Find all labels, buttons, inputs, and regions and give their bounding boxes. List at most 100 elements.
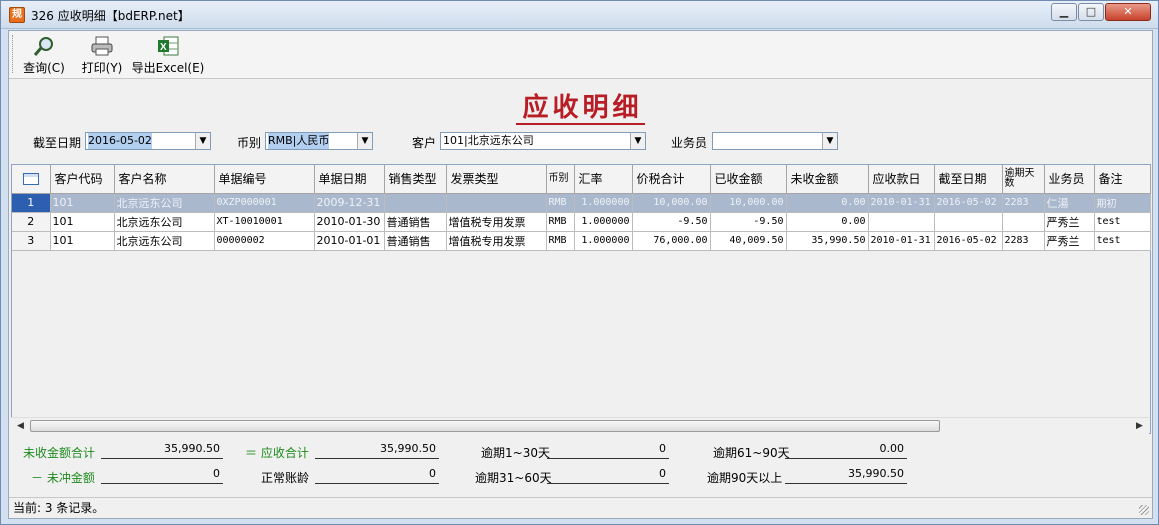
table-cell[interactable]: 期初 [1094,193,1151,213]
table-cell[interactable]: 2016-05-02 [934,231,1003,251]
chevron-down-icon[interactable]: ▼ [195,133,210,149]
table-cell[interactable] [934,212,1003,232]
export-excel-button[interactable]: X 导出Excel(E) [129,33,207,77]
table-cell[interactable]: 10,000.00 [632,193,711,213]
table-cell[interactable]: 严秀兰 [1044,212,1095,232]
table-cell[interactable]: 增值税专用发票 [446,231,547,251]
table-cell[interactable]: 101 [50,212,115,232]
column-header[interactable]: 未收金额 [786,165,869,194]
table-cell[interactable]: 1.000000 [574,212,633,232]
table-cell[interactable]: 40,009.50 [710,231,787,251]
table-cell[interactable]: 普通销售 [384,212,447,232]
receivable-total-label: ＝ 应收合计 [245,446,309,460]
table-cell[interactable]: XT-10010001 [214,212,315,232]
row-number[interactable]: 3 [12,231,51,251]
table-cell[interactable]: test [1094,231,1151,251]
chevron-down-icon[interactable]: ▼ [357,133,372,149]
table-cell[interactable]: 2010-01-30 [314,212,385,232]
unreceived-total-label: 未收金额合计 [23,446,96,460]
resize-grip-icon[interactable] [1139,505,1149,515]
salesman-select[interactable]: ▼ [712,132,838,150]
column-header[interactable]: 备注 [1094,165,1151,194]
table-cell[interactable] [384,193,447,213]
row-number[interactable]: 1 [12,193,51,213]
table-cell[interactable]: 0.00 [786,212,869,232]
column-header[interactable]: 客户名称 [114,165,215,194]
table-cell[interactable]: 2010-01-01 [314,231,385,251]
title-bar[interactable]: 规 326 应收明细【bdERP.net】 ▁ □ ✕ [1,1,1158,29]
table-cell[interactable]: 0.00 [786,193,869,213]
table-row[interactable]: 2 101 北京远东公司 XT-10010001 2010-01-30 普通销售 增值税专用… [12,212,1151,232]
select-all-header[interactable] [12,165,51,194]
table-cell[interactable]: 2283 [1002,231,1045,251]
chevron-down-icon[interactable]: ▼ [822,133,837,149]
scroll-thumb[interactable] [30,420,940,432]
column-header[interactable]: 单据编号 [214,165,315,194]
table-cell[interactable]: 增值税专用发票 [446,212,547,232]
overdue-61-90-label: 逾期61~90天 [713,446,790,460]
column-header[interactable]: 汇率 [574,165,633,194]
currency-select[interactable]: RMB|人民币 ▼ [265,132,373,150]
table-cell[interactable] [446,193,547,213]
table-cell[interactable]: 北京远东公司 [114,212,215,232]
detail-grid[interactable]: 客户代码 客户名称 单据编号 单据日期 销售类型 发票类型 币别 汇率 价税合计… [11,164,1151,434]
table-cell[interactable]: 北京远东公司 [114,231,215,251]
table-cell[interactable]: 101 [50,193,115,213]
table-cell[interactable]: RMB [546,212,575,232]
table-cell[interactable]: 76,000.00 [632,231,711,251]
table-cell[interactable]: 00000002 [214,231,315,251]
table-cell[interactable]: 2009-12-31 [314,193,385,213]
table-cell[interactable]: 35,990.50 [786,231,869,251]
column-header[interactable]: 截至日期 [934,165,1003,194]
close-button[interactable]: ✕ [1105,3,1151,21]
row-number[interactable]: 2 [12,212,51,232]
table-cell[interactable]: -9.50 [632,212,711,232]
column-header[interactable]: 逾期天数 [1002,165,1045,194]
table-cell[interactable] [868,212,935,232]
report-title-text: 应收明细 [516,93,645,125]
column-header[interactable]: 已收金额 [710,165,787,194]
table-cell[interactable]: 1.000000 [574,193,633,213]
table-cell[interactable]: 仁湯 [1044,193,1095,213]
scroll-left-icon[interactable]: ◀ [13,419,28,433]
table-cell[interactable]: RMB [546,193,575,213]
table-row[interactable]: 1 101 北京远东公司 0XZP000001 2009-12-31 RMB 1.00000… [12,193,1151,213]
horizontal-scrollbar[interactable]: ◀ ▶ [11,417,1149,434]
table-cell[interactable]: 2016-05-02 [934,193,1003,213]
table-cell[interactable] [1002,212,1045,232]
scroll-right-icon[interactable]: ▶ [1132,419,1147,433]
print-label: 打印(Y) [81,61,123,75]
table-row[interactable]: 3 101 北京远东公司 00000002 2010-01-01 普通销售 增值税专用发票 R… [12,231,1151,251]
table-cell[interactable]: -9.50 [710,212,787,232]
column-header[interactable]: 单据日期 [314,165,385,194]
table-cell[interactable]: 1.000000 [574,231,633,251]
column-header[interactable]: 发票类型 [446,165,547,194]
table-cell[interactable]: 普通销售 [384,231,447,251]
table-cell[interactable]: 2010-01-31 [868,193,935,213]
unoffset-value: 0 [101,466,223,484]
table-cell[interactable]: 10,000.00 [710,193,787,213]
table-cell[interactable]: 2283 [1002,193,1045,213]
window-title: 326 应收明细【bdERP.net】 [31,9,190,23]
table-cell[interactable]: 0XZP000001 [214,193,315,213]
query-button[interactable]: 查询(C) [19,33,69,77]
customer-select[interactable]: 101|北京远东公司 ▼ [440,132,646,150]
chevron-down-icon[interactable]: ▼ [630,133,645,149]
table-cell[interactable]: 101 [50,231,115,251]
print-button[interactable]: 打印(Y) [77,33,127,77]
column-header[interactable]: 销售类型 [384,165,447,194]
table-cell[interactable]: 严秀兰 [1044,231,1095,251]
cutoff-date-picker[interactable]: 2016-05-02 ▼ [85,132,211,150]
maximize-button[interactable]: □ [1078,3,1104,21]
minimize-button[interactable]: ▁ [1051,3,1077,21]
table-cell[interactable]: RMB [546,231,575,251]
column-header[interactable]: 业务员 [1044,165,1095,194]
column-header[interactable]: 客户代码 [50,165,115,194]
column-header[interactable]: 币别 [546,165,575,194]
table-cell[interactable]: 北京远东公司 [114,193,215,213]
column-header[interactable]: 价税合计 [632,165,711,194]
table-cell[interactable]: test [1094,212,1151,232]
client-area: 查询(C) 打印(Y) X 导出Excel(E) 应收明细 截至日期 2016-… [8,30,1153,519]
table-cell[interactable]: 2010-01-31 [868,231,935,251]
column-header[interactable]: 应收款日 [868,165,935,194]
